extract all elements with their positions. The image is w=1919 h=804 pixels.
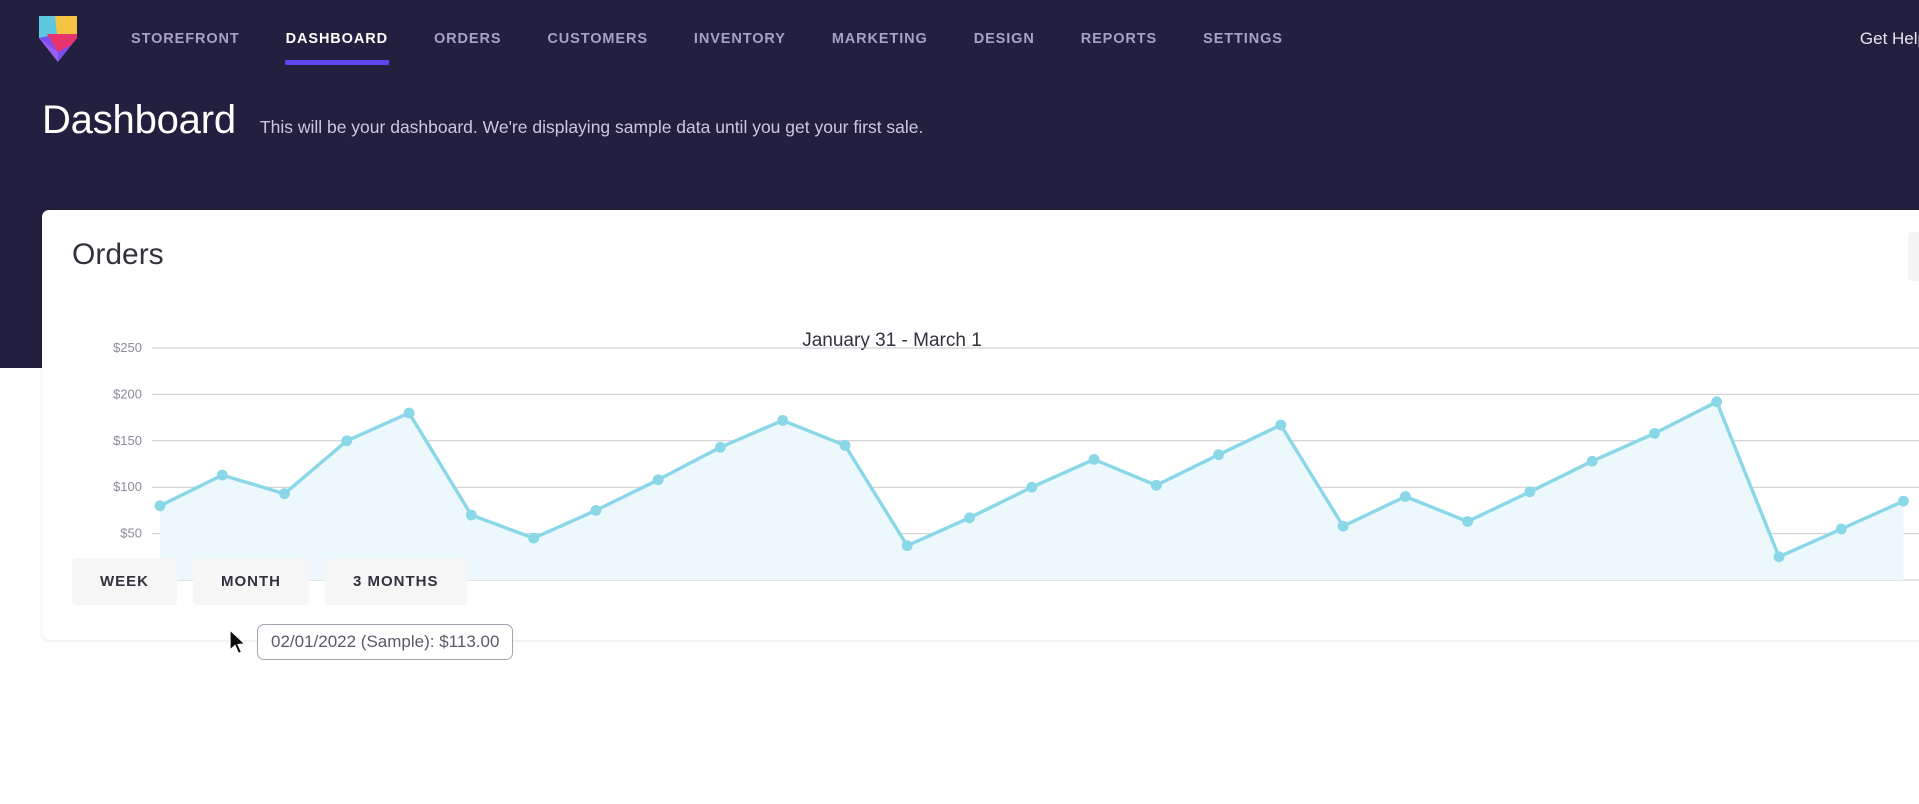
page-title: Dashboard (42, 98, 236, 142)
card-title: Orders (72, 238, 164, 271)
shield-diamond-logo-icon (39, 16, 77, 62)
chart-data-point[interactable] (1898, 495, 1909, 507)
chart-data-point[interactable] (1150, 479, 1162, 491)
chart-data-point[interactable] (216, 469, 228, 481)
range-button-3months[interactable]: 3 MONTHS (325, 558, 467, 605)
chart-data-point[interactable] (1462, 516, 1473, 527)
chart-data-point[interactable] (777, 415, 789, 426)
chart-data-point[interactable] (715, 441, 726, 453)
mouse-cursor-icon (229, 629, 247, 655)
get-help-label: Get Help (1859, 29, 1919, 48)
nav-label: STOREFRONT (131, 31, 240, 47)
range-button-week[interactable]: WEEK (72, 558, 177, 605)
nav-item-customers[interactable]: CUSTOMERS (524, 0, 670, 78)
chart-data-point[interactable] (1586, 455, 1598, 467)
dashboard-page: STOREFRONT DASHBOARD ORDERS CUSTOMERS IN… (0, 0, 1919, 804)
chart-data-point[interactable] (590, 505, 602, 516)
chart-data-point[interactable] (1524, 486, 1536, 498)
orders-card: Orders VIEW O January 31 - March 1 $0$50… (42, 210, 1919, 660)
chart-data-point[interactable] (1773, 551, 1785, 563)
chart-data-point[interactable] (839, 440, 851, 451)
nav-label: MARKETING (831, 31, 928, 47)
nav-label: INVENTORY (693, 31, 786, 47)
get-help-link[interactable]: Get Help (1860, 0, 1919, 78)
y-axis-tick-label: $100 (113, 479, 142, 494)
page-header: Dashboard This will be your dashboard. W… (42, 98, 923, 143)
chart-data-point[interactable] (652, 474, 664, 486)
nav-label: REPORTS (1080, 31, 1158, 47)
chart-data-point[interactable] (341, 435, 353, 447)
chart-data-point[interactable] (465, 509, 477, 521)
nav-item-orders[interactable]: ORDERS (411, 0, 524, 78)
logo-link[interactable] (8, 12, 108, 66)
nav-label: ORDERS (433, 31, 502, 47)
chart-data-point[interactable] (403, 407, 415, 419)
y-axis-tick-label: $50 (120, 526, 142, 541)
nav-item-storefront[interactable]: STOREFRONT (108, 0, 263, 78)
range-button-month[interactable]: MONTH (193, 558, 309, 605)
main-nav: STOREFRONT DASHBOARD ORDERS CUSTOMERS IN… (108, 0, 1306, 78)
nav-item-marketing[interactable]: MARKETING (809, 0, 951, 78)
nav-label: CUSTOMERS (547, 31, 648, 47)
chart-data-point[interactable] (1088, 454, 1100, 465)
nav-item-reports[interactable]: REPORTS (1058, 0, 1180, 78)
chart-data-point[interactable] (1711, 396, 1723, 408)
chart-data-point[interactable] (1275, 419, 1287, 431)
nav-label: DASHBOARD (285, 31, 388, 47)
chart-data-point[interactable] (1400, 491, 1411, 502)
chart-data-point[interactable] (528, 532, 539, 544)
page-subtitle: This will be your dashboard. We're displ… (259, 117, 924, 137)
chart-data-point[interactable] (1213, 449, 1224, 461)
chart-data-point[interactable] (279, 488, 290, 500)
chart-data-point[interactable] (1026, 481, 1038, 493)
y-axis-tick-label: $150 (113, 433, 142, 448)
y-axis-tick-label: $250 (113, 342, 142, 355)
nav-label: SETTINGS (1203, 31, 1283, 47)
orders-area-chart: $0$50$100$150$200$250 (113, 342, 1919, 587)
chart-data-point[interactable] (901, 540, 913, 552)
chart-data-point[interactable] (154, 500, 166, 512)
chart-data-point[interactable] (1649, 428, 1660, 439)
nav-item-dashboard[interactable]: DASHBOARD (263, 0, 411, 78)
nav-item-settings[interactable]: SETTINGS (1180, 0, 1306, 78)
chart-data-point[interactable] (964, 512, 975, 524)
nav-label: DESIGN (973, 31, 1035, 47)
chart-tooltip: 02/01/2022 (Sample): $113.00 (257, 624, 514, 660)
y-axis-tick-label: $200 (113, 386, 142, 401)
chart-data-point[interactable] (1835, 523, 1847, 535)
top-navigation-bar: STOREFRONT DASHBOARD ORDERS CUSTOMERS IN… (0, 0, 1919, 78)
chart-data-point[interactable] (1337, 520, 1349, 532)
range-button-group: WEEK MONTH 3 MONTHS (72, 558, 467, 605)
orders-chart: January 31 - March 1 $0$50$100$150$200$2… (72, 270, 1919, 587)
nav-item-design[interactable]: DESIGN (951, 0, 1058, 78)
nav-item-inventory[interactable]: INVENTORY (671, 0, 809, 78)
